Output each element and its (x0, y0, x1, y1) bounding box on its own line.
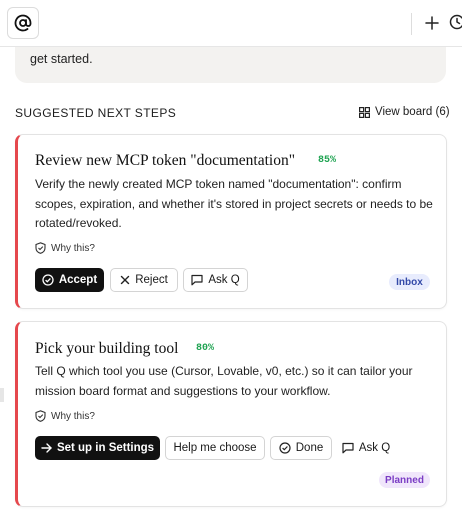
accept-label: Accept (58, 274, 98, 286)
arrow-right-icon (41, 443, 52, 453)
card-description: Verify the newly created MCP token named… (35, 177, 433, 230)
grid-icon (359, 106, 370, 118)
reject-label: Reject (135, 274, 168, 286)
toolbar-divider (411, 13, 412, 35)
done-button[interactable]: Done (270, 436, 332, 460)
plus-icon (425, 16, 439, 30)
card-title: Review new MCP token "documentation" (35, 152, 296, 169)
clock-icon (449, 14, 462, 30)
view-board-link[interactable]: View board (6) (359, 106, 450, 118)
confidence-score: 85% (318, 155, 337, 166)
done-label: Done (295, 442, 324, 454)
why-this-link[interactable]: Why this? (35, 242, 95, 254)
scroll-edge-marker (0, 388, 4, 402)
setup-label: Set up in Settings (56, 442, 155, 454)
why-this-label: Why this? (51, 242, 95, 254)
check-circle-icon (42, 274, 54, 286)
why-this-label: Why this? (51, 410, 95, 422)
new-button[interactable] (423, 14, 441, 32)
view-board-label: View board (6) (375, 106, 450, 118)
suggestion-card: Pick your building tool 80% Tell Q which… (15, 321, 447, 507)
check-circle-icon (279, 442, 291, 454)
section-title: SUGGESTED NEXT STEPS (15, 106, 177, 120)
setup-in-settings-button[interactable]: Set up in Settings (35, 436, 160, 460)
why-this-link[interactable]: Why this? (35, 410, 95, 422)
getting-started-text: get started. (30, 52, 93, 66)
confidence-score: 80% (196, 343, 215, 354)
suggestion-card: Review new MCP token "documentation" 85%… (15, 134, 447, 309)
chat-bubble-icon (191, 274, 203, 286)
top-bar (0, 0, 462, 47)
shield-check-icon (35, 410, 46, 422)
reject-button[interactable]: Reject (110, 268, 178, 292)
accept-button[interactable]: Accept (35, 268, 104, 292)
chat-bubble-icon (342, 442, 354, 454)
app-logo-button[interactable] (7, 7, 39, 39)
card-description: Tell Q which tool you use (Cursor, Lovab… (35, 364, 413, 398)
getting-started-card: get started. (15, 47, 446, 83)
status-badge: Planned (379, 472, 430, 488)
history-button[interactable] (449, 14, 462, 32)
close-icon (120, 275, 130, 285)
help-me-choose-button[interactable]: Help me choose (165, 436, 265, 460)
shield-check-icon (35, 242, 46, 254)
at-sign-icon (14, 14, 32, 32)
ask-q-button[interactable]: Ask Q (183, 268, 248, 292)
ask-q-label: Ask Q (358, 442, 391, 454)
card-title: Pick your building tool (35, 340, 179, 357)
status-badge: Inbox (389, 274, 430, 290)
ask-q-label: Ask Q (208, 274, 240, 286)
ask-q-button[interactable]: Ask Q (338, 436, 394, 460)
help-label: Help me choose (173, 442, 257, 454)
